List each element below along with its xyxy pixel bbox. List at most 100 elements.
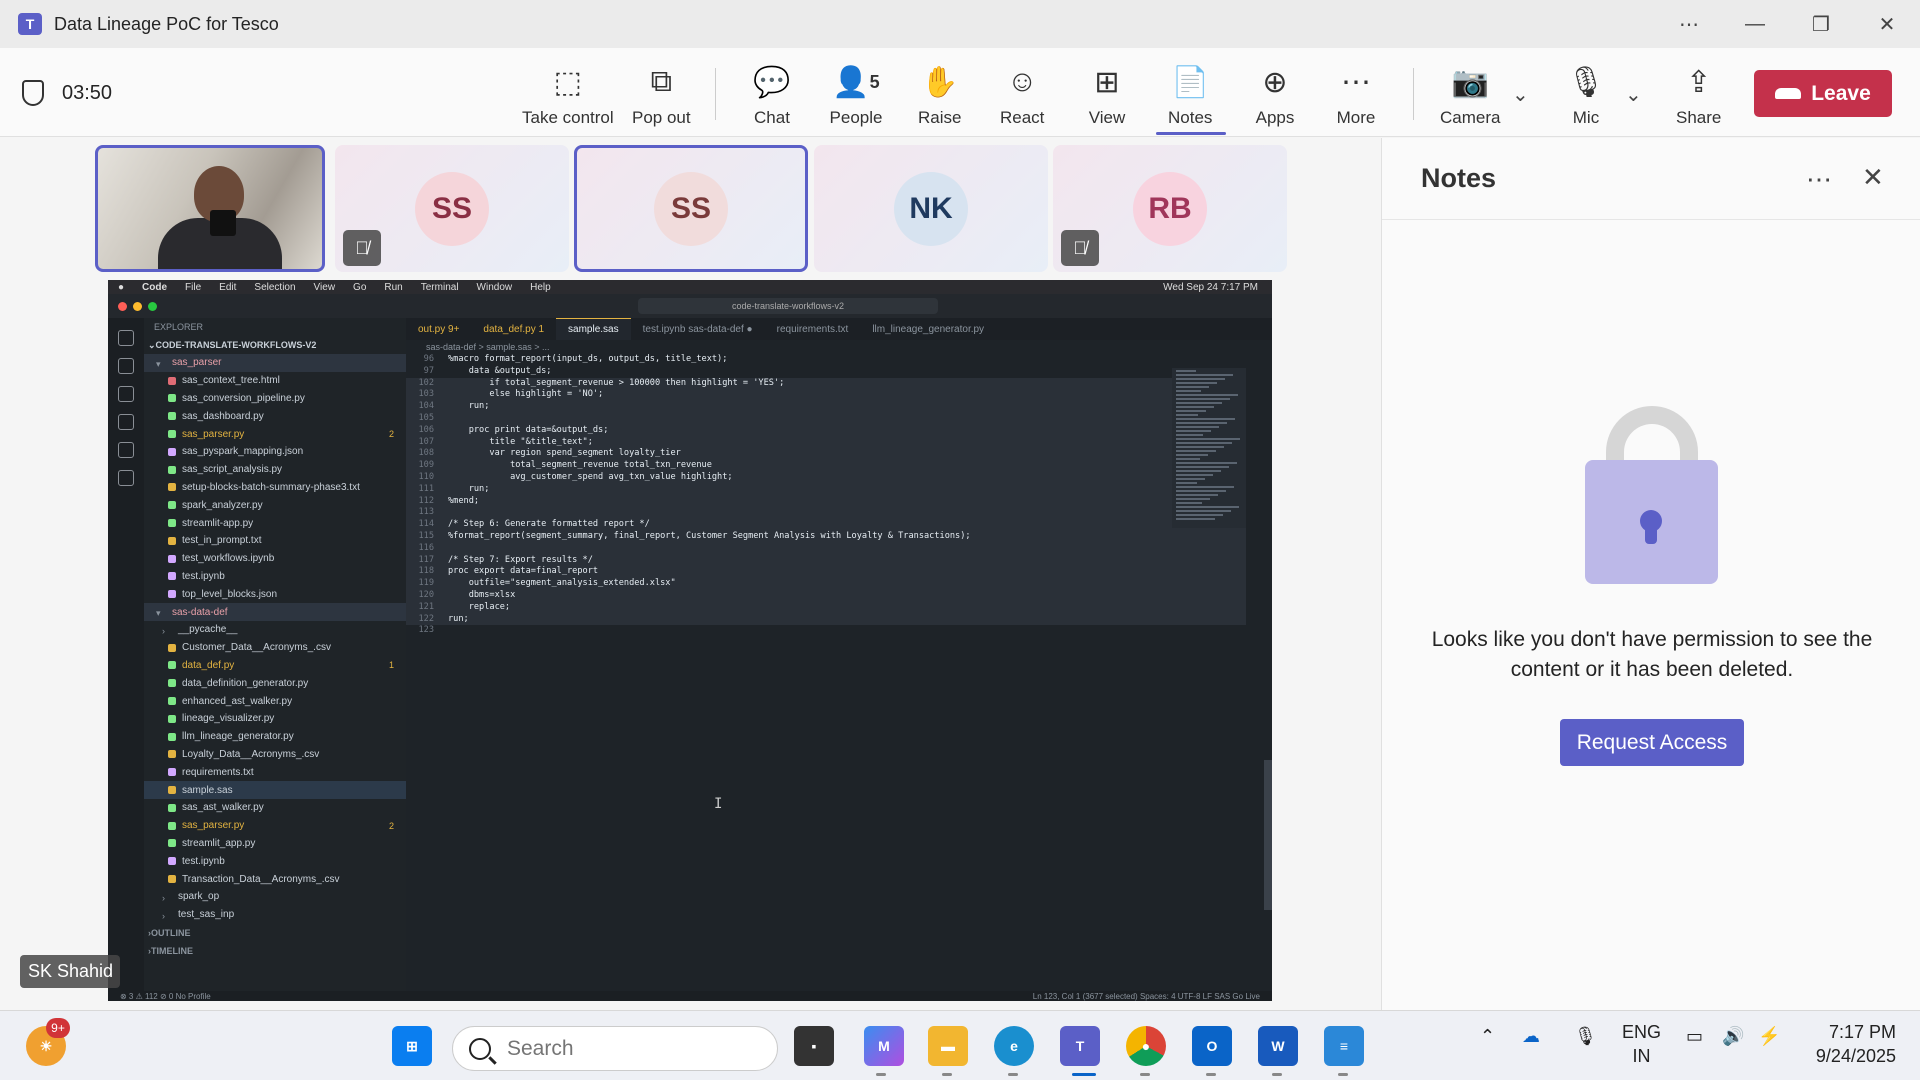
explorer-folder[interactable]: › test_sas_inp	[144, 906, 406, 924]
explorer-file[interactable]: enhanced_ast_walker.py	[144, 692, 406, 710]
editor-tab[interactable]: test.ipynb sas-data-def ●	[631, 318, 765, 340]
file-name: sas_dashboard.py	[182, 410, 264, 422]
chrome-icon[interactable]: ●	[1126, 1026, 1166, 1066]
network-icon[interactable]: ▭	[1686, 1026, 1703, 1047]
explorer-file[interactable]: sas_parser.py 2	[144, 425, 406, 443]
folder-icon: ▾	[156, 358, 161, 369]
explorer-file[interactable]: requirements.txt	[144, 763, 406, 781]
file-icon	[168, 501, 176, 510]
explorer-file[interactable]: data_definition_generator.py	[144, 674, 406, 692]
explorer-file[interactable]: sas_pyspark_mapping.json	[144, 443, 406, 461]
mic-options-chevron-icon[interactable]: ⌄	[1625, 82, 1642, 107]
notepad-icon[interactable]: ≡	[1324, 1026, 1364, 1066]
file-icon	[168, 697, 176, 706]
explorer-file[interactable]: sas_context_tree.html	[144, 372, 406, 390]
explorer-file[interactable]: lineage_visualizer.py	[144, 710, 406, 728]
explorer-folder[interactable]: ▾ sas_parser	[144, 354, 406, 372]
explorer-file[interactable]: top_level_blocks.json	[144, 585, 406, 603]
taskbar-search-input[interactable]	[507, 1036, 747, 1061]
pop-out-button[interactable]: ⧉ Pop out	[632, 58, 691, 134]
notes-close-icon[interactable]: ✕	[1862, 162, 1884, 193]
file-name: test.ipynb	[182, 570, 225, 582]
mic-button[interactable]: 🎙 Mic	[1566, 58, 1606, 134]
file-explorer-icon[interactable]: ▬	[928, 1026, 968, 1066]
people-button[interactable]: 👤 5 People	[828, 58, 884, 134]
editor-tab[interactable]: data_def.py 1	[471, 318, 556, 340]
camera-button[interactable]: 📷 Camera	[1440, 58, 1500, 134]
camera-options-chevron-icon[interactable]: ⌄	[1512, 82, 1529, 107]
word-icon[interactable]: W	[1258, 1026, 1298, 1066]
more-options-icon[interactable]: ⋯	[1656, 0, 1722, 48]
explorer-file[interactable]: streamlit-app.py	[144, 514, 406, 532]
show-hidden-icons-icon[interactable]: ⌃	[1480, 1026, 1495, 1047]
explorer-folder[interactable]: › spark_op	[144, 888, 406, 906]
explorer-file[interactable]: llm_lineage_generator.py	[144, 728, 406, 746]
code-editor[interactable]: 96 %macro format_report(input_ds, output_…	[406, 354, 1246, 994]
participant-video-tile[interactable]	[95, 145, 325, 272]
explorer-file[interactable]: sas_parser.py 2	[144, 817, 406, 835]
view-button[interactable]: ⊞ View	[1087, 58, 1127, 134]
notes-more-options-icon[interactable]: ⋯	[1806, 164, 1832, 195]
more-button[interactable]: ⋯ More	[1336, 58, 1376, 134]
editor-tab[interactable]: out.py 9+	[406, 318, 471, 340]
explorer-file[interactable]: sas_conversion_pipeline.py	[144, 390, 406, 408]
explorer-file[interactable]: test.ipynb	[144, 852, 406, 870]
request-access-button[interactable]: Request Access	[1560, 719, 1744, 766]
minimap	[1172, 368, 1246, 528]
explorer-file[interactable]: sas_ast_walker.py	[144, 799, 406, 817]
explorer-file[interactable]: streamlit_app.py	[144, 835, 406, 853]
folder-icon: ›	[162, 910, 165, 921]
file-icon	[168, 465, 176, 474]
react-button[interactable]: ☺ React	[1000, 58, 1044, 134]
raise-hand-icon: ✋	[921, 65, 959, 99]
participant-tile-rb[interactable]: RB 🎙̸	[1053, 145, 1287, 272]
explorer-file[interactable]: setup-blocks-batch-summary-phase3.txt	[144, 479, 406, 497]
participant-tile-ss-2[interactable]: SS	[574, 145, 808, 272]
restore-icon[interactable]: ❐	[1788, 0, 1854, 48]
onedrive-icon[interactable]: ☁	[1522, 1026, 1540, 1047]
explorer-file[interactable]: Transaction_Data__Acronyms_.csv	[144, 870, 406, 888]
editor-tab[interactable]: llm_lineage_generator.py	[860, 318, 996, 340]
participant-tile-nk[interactable]: NK	[814, 145, 1048, 272]
battery-icon[interactable]: ⚡	[1758, 1026, 1780, 1047]
explorer-file[interactable]: test_workflows.ipynb	[144, 550, 406, 568]
explorer-file[interactable]: sas_dashboard.py	[144, 407, 406, 425]
explorer-file[interactable]: sample.sas	[144, 781, 406, 799]
volume-icon[interactable]: 🔊	[1722, 1026, 1744, 1047]
explorer-file[interactable]: sas_script_analysis.py	[144, 461, 406, 479]
chat-button[interactable]: 💬 Chat	[752, 58, 792, 134]
leave-button[interactable]: Leave	[1754, 70, 1892, 117]
windows-start-icon[interactable]: ⊞	[392, 1026, 432, 1066]
m365-icon[interactable]: M	[864, 1026, 904, 1066]
task-view-icon[interactable]: ▪	[794, 1026, 834, 1066]
minimize-icon[interactable]: —	[1722, 0, 1788, 48]
menubar-item: Run	[384, 281, 403, 293]
raise-hand-button[interactable]: ✋ Raise	[918, 58, 961, 134]
teams-icon[interactable]: T	[1060, 1026, 1100, 1066]
taskbar-clock[interactable]: 7:17 PM 9/24/2025	[1806, 1020, 1896, 1068]
language-indicator[interactable]: ENG IN	[1622, 1020, 1661, 1068]
mic-muted-icon[interactable]: 🎙	[1574, 1026, 1597, 1047]
editor-scrollbar[interactable]	[1264, 760, 1272, 910]
explorer-file[interactable]: Loyalty_Data__Acronyms_.csv	[144, 746, 406, 764]
editor-tab[interactable]: sample.sas	[556, 318, 631, 340]
shared-screen[interactable]: ● Code File Edit Selection View Go Run Terminal…	[108, 280, 1272, 1001]
explorer-file[interactable]: Customer_Data__Acronyms_.csv	[144, 639, 406, 657]
explorer-file[interactable]: spark_analyzer.py	[144, 496, 406, 514]
take-control-button[interactable]: ⬚ Take control	[522, 58, 614, 134]
explorer-folder[interactable]: ▾ sas-data-def	[144, 603, 406, 621]
close-icon[interactable]: ✕	[1854, 0, 1920, 48]
notes-button[interactable]: 📄 Notes	[1168, 58, 1212, 134]
share-button[interactable]: ⇪ Share	[1676, 58, 1721, 134]
outlook-icon[interactable]: O	[1192, 1026, 1232, 1066]
participant-tile-ss-1[interactable]: SS 🎙̸	[335, 145, 569, 272]
taskbar-search[interactable]	[452, 1026, 778, 1071]
run-debug-icon	[118, 414, 134, 430]
apps-button[interactable]: ⊕ Apps	[1255, 58, 1295, 134]
editor-tab[interactable]: requirements.txt	[765, 318, 861, 340]
edge-icon[interactable]: e	[994, 1026, 1034, 1066]
explorer-file[interactable]: data_def.py 1	[144, 657, 406, 675]
explorer-file[interactable]: test_in_prompt.txt	[144, 532, 406, 550]
explorer-folder[interactable]: › __pycache__	[144, 621, 406, 639]
explorer-file[interactable]: test.ipynb	[144, 568, 406, 586]
